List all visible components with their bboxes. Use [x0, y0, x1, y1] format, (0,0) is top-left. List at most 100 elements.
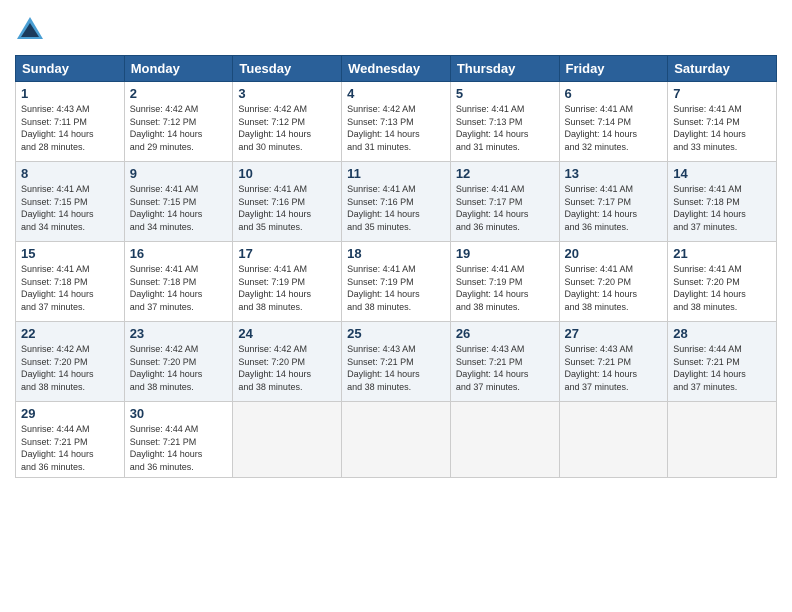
- weekday-friday: Friday: [559, 56, 668, 82]
- day-number: 3: [238, 86, 336, 101]
- day-info: Sunrise: 4:44 AM Sunset: 7:21 PM Dayligh…: [21, 423, 119, 473]
- day-number: 14: [673, 166, 771, 181]
- day-number: 1: [21, 86, 119, 101]
- weekday-wednesday: Wednesday: [342, 56, 451, 82]
- day-info: Sunrise: 4:43 AM Sunset: 7:21 PM Dayligh…: [347, 343, 445, 393]
- calendar-cell: 19 Sunrise: 4:41 AM Sunset: 7:19 PM Dayli…: [450, 242, 559, 322]
- day-number: 25: [347, 326, 445, 341]
- day-number: 22: [21, 326, 119, 341]
- logo-icon: [15, 15, 45, 45]
- day-info: Sunrise: 4:42 AM Sunset: 7:20 PM Dayligh…: [238, 343, 336, 393]
- day-info: Sunrise: 4:42 AM Sunset: 7:20 PM Dayligh…: [130, 343, 228, 393]
- logo: [15, 15, 49, 45]
- day-info: Sunrise: 4:41 AM Sunset: 7:18 PM Dayligh…: [130, 263, 228, 313]
- day-info: Sunrise: 4:41 AM Sunset: 7:14 PM Dayligh…: [565, 103, 663, 153]
- calendar-cell: 7 Sunrise: 4:41 AM Sunset: 7:14 PM Daylig…: [668, 82, 777, 162]
- header: [15, 15, 777, 45]
- day-number: 18: [347, 246, 445, 261]
- calendar-cell: [233, 402, 342, 478]
- day-info: Sunrise: 4:44 AM Sunset: 7:21 PM Dayligh…: [130, 423, 228, 473]
- calendar-cell: [450, 402, 559, 478]
- day-number: 19: [456, 246, 554, 261]
- day-number: 21: [673, 246, 771, 261]
- day-number: 10: [238, 166, 336, 181]
- calendar-cell: 8 Sunrise: 4:41 AM Sunset: 7:15 PM Daylig…: [16, 162, 125, 242]
- weekday-header-row: SundayMondayTuesdayWednesdayThursdayFrid…: [16, 56, 777, 82]
- day-info: Sunrise: 4:42 AM Sunset: 7:12 PM Dayligh…: [130, 103, 228, 153]
- calendar-cell: 28 Sunrise: 4:44 AM Sunset: 7:21 PM Dayli…: [668, 322, 777, 402]
- calendar-cell: 22 Sunrise: 4:42 AM Sunset: 7:20 PM Dayli…: [16, 322, 125, 402]
- day-info: Sunrise: 4:41 AM Sunset: 7:19 PM Dayligh…: [238, 263, 336, 313]
- calendar-cell: 2Sunrise: 4:42 AM Sunset: 7:12 PM Daylig…: [124, 82, 233, 162]
- day-number: 15: [21, 246, 119, 261]
- calendar-cell: 16 Sunrise: 4:41 AM Sunset: 7:18 PM Dayli…: [124, 242, 233, 322]
- calendar-cell: [559, 402, 668, 478]
- calendar-cell: 15Sunrise: 4:41 AM Sunset: 7:18 PM Dayli…: [16, 242, 125, 322]
- day-number: 23: [130, 326, 228, 341]
- calendar-cell: 10 Sunrise: 4:41 AM Sunset: 7:16 PM Dayli…: [233, 162, 342, 242]
- calendar-week-1: 1 Sunrise: 4:43 AM Sunset: 7:11 PM Daylig…: [16, 82, 777, 162]
- day-info: Sunrise: 4:41 AM Sunset: 7:20 PM Dayligh…: [673, 263, 771, 313]
- weekday-tuesday: Tuesday: [233, 56, 342, 82]
- calendar-cell: 17 Sunrise: 4:41 AM Sunset: 7:19 PM Dayli…: [233, 242, 342, 322]
- day-number: 24: [238, 326, 336, 341]
- calendar-cell: 13Sunrise: 4:41 AM Sunset: 7:17 PM Dayli…: [559, 162, 668, 242]
- calendar-cell: [342, 402, 451, 478]
- calendar-cell: 6 Sunrise: 4:41 AM Sunset: 7:14 PM Daylig…: [559, 82, 668, 162]
- day-info: Sunrise: 4:41 AM Sunset: 7:17 PM Dayligh…: [456, 183, 554, 233]
- weekday-monday: Monday: [124, 56, 233, 82]
- calendar-table: SundayMondayTuesdayWednesdayThursdayFrid…: [15, 55, 777, 478]
- calendar-cell: 26Sunrise: 4:43 AM Sunset: 7:21 PM Dayli…: [450, 322, 559, 402]
- day-info: Sunrise: 4:43 AM Sunset: 7:11 PM Dayligh…: [21, 103, 119, 153]
- day-info: Sunrise: 4:41 AM Sunset: 7:20 PM Dayligh…: [565, 263, 663, 313]
- day-number: 11: [347, 166, 445, 181]
- day-info: Sunrise: 4:44 AM Sunset: 7:21 PM Dayligh…: [673, 343, 771, 393]
- calendar-cell: 5Sunrise: 4:41 AM Sunset: 7:13 PM Daylig…: [450, 82, 559, 162]
- day-info: Sunrise: 4:41 AM Sunset: 7:13 PM Dayligh…: [456, 103, 554, 153]
- calendar-cell: 21 Sunrise: 4:41 AM Sunset: 7:20 PM Dayli…: [668, 242, 777, 322]
- day-info: Sunrise: 4:41 AM Sunset: 7:15 PM Dayligh…: [21, 183, 119, 233]
- day-number: 28: [673, 326, 771, 341]
- calendar-cell: 27 Sunrise: 4:43 AM Sunset: 7:21 PM Dayli…: [559, 322, 668, 402]
- calendar-body: 1 Sunrise: 4:43 AM Sunset: 7:11 PM Daylig…: [16, 82, 777, 478]
- day-number: 26: [456, 326, 554, 341]
- day-info: Sunrise: 4:41 AM Sunset: 7:18 PM Dayligh…: [673, 183, 771, 233]
- calendar-page: SundayMondayTuesdayWednesdayThursdayFrid…: [0, 0, 792, 612]
- calendar-cell: 14 Sunrise: 4:41 AM Sunset: 7:18 PM Dayli…: [668, 162, 777, 242]
- calendar-week-5: 29 Sunrise: 4:44 AM Sunset: 7:21 PM Dayli…: [16, 402, 777, 478]
- calendar-cell: 20 Sunrise: 4:41 AM Sunset: 7:20 PM Dayli…: [559, 242, 668, 322]
- day-number: 6: [565, 86, 663, 101]
- calendar-cell: 30Sunrise: 4:44 AM Sunset: 7:21 PM Dayli…: [124, 402, 233, 478]
- day-info: Sunrise: 4:42 AM Sunset: 7:20 PM Dayligh…: [21, 343, 119, 393]
- weekday-saturday: Saturday: [668, 56, 777, 82]
- day-number: 17: [238, 246, 336, 261]
- day-info: Sunrise: 4:41 AM Sunset: 7:17 PM Dayligh…: [565, 183, 663, 233]
- calendar-cell: 1 Sunrise: 4:43 AM Sunset: 7:11 PM Daylig…: [16, 82, 125, 162]
- day-info: Sunrise: 4:41 AM Sunset: 7:14 PM Dayligh…: [673, 103, 771, 153]
- day-number: 27: [565, 326, 663, 341]
- calendar-week-2: 8 Sunrise: 4:41 AM Sunset: 7:15 PM Daylig…: [16, 162, 777, 242]
- day-number: 20: [565, 246, 663, 261]
- calendar-week-4: 22 Sunrise: 4:42 AM Sunset: 7:20 PM Dayli…: [16, 322, 777, 402]
- day-info: Sunrise: 4:41 AM Sunset: 7:19 PM Dayligh…: [456, 263, 554, 313]
- calendar-header: SundayMondayTuesdayWednesdayThursdayFrid…: [16, 56, 777, 82]
- day-info: Sunrise: 4:41 AM Sunset: 7:19 PM Dayligh…: [347, 263, 445, 313]
- calendar-cell: 9Sunrise: 4:41 AM Sunset: 7:15 PM Daylig…: [124, 162, 233, 242]
- day-info: Sunrise: 4:42 AM Sunset: 7:12 PM Dayligh…: [238, 103, 336, 153]
- day-info: Sunrise: 4:41 AM Sunset: 7:16 PM Dayligh…: [238, 183, 336, 233]
- calendar-cell: [668, 402, 777, 478]
- day-number: 9: [130, 166, 228, 181]
- calendar-cell: 3 Sunrise: 4:42 AM Sunset: 7:12 PM Daylig…: [233, 82, 342, 162]
- calendar-week-3: 15 Sunrise: 4:41 AM Sunset: 7:18 PM Dayli…: [16, 242, 777, 322]
- calendar-cell: 18 Sunrise: 4:41 AM Sunset: 7:19 PM Dayli…: [342, 242, 451, 322]
- day-info: Sunrise: 4:43 AM Sunset: 7:21 PM Dayligh…: [565, 343, 663, 393]
- day-number: 29: [21, 406, 119, 421]
- calendar-cell: 4Sunrise: 4:42 AM Sunset: 7:13 PM Daylig…: [342, 82, 451, 162]
- calendar-cell: 29 Sunrise: 4:44 AM Sunset: 7:21 PM Dayli…: [16, 402, 125, 478]
- day-number: 7: [673, 86, 771, 101]
- day-info: Sunrise: 4:42 AM Sunset: 7:13 PM Dayligh…: [347, 103, 445, 153]
- weekday-thursday: Thursday: [450, 56, 559, 82]
- day-number: 12: [456, 166, 554, 181]
- day-number: 16: [130, 246, 228, 261]
- day-number: 8: [21, 166, 119, 181]
